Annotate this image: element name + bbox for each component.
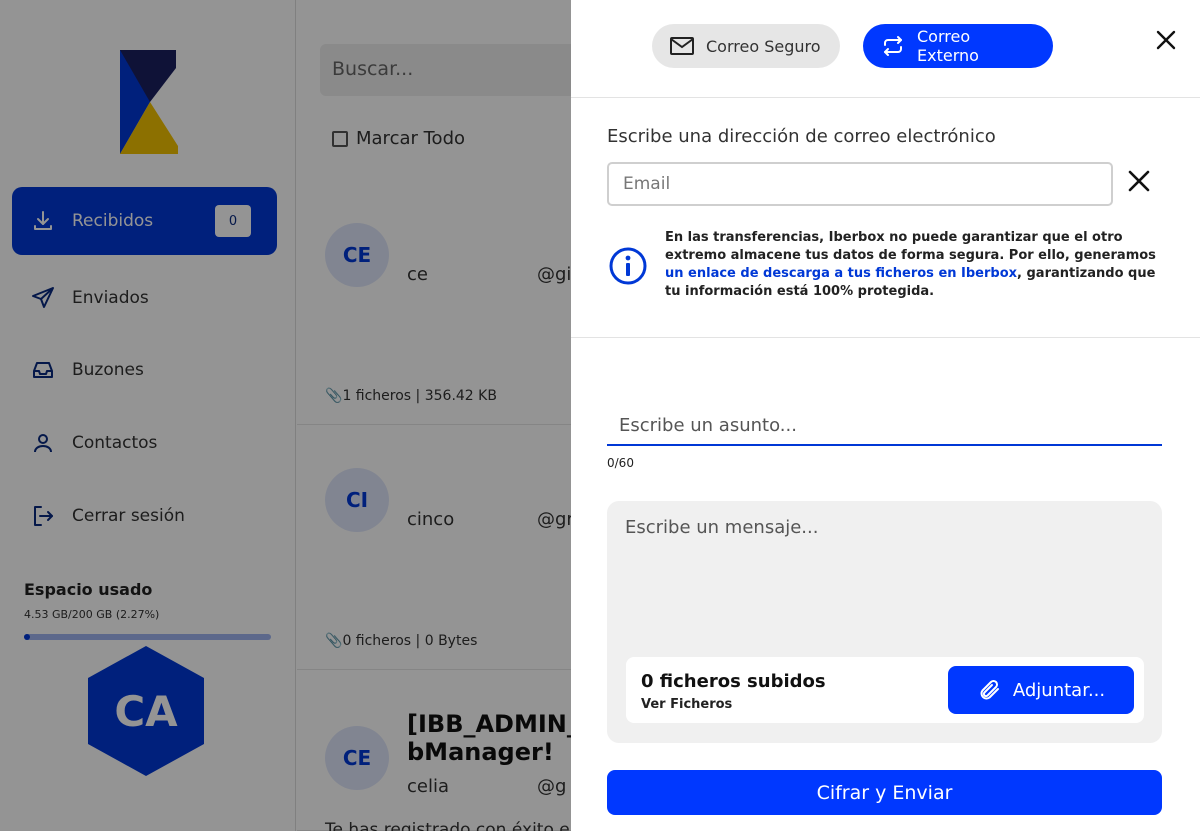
attach-label: Adjuntar...: [1012, 679, 1106, 701]
paperclip-icon: [977, 678, 1001, 702]
notice-text-start: En las transferencias, Iberbox no puede …: [665, 230, 1156, 263]
clear-email-icon[interactable]: [1127, 169, 1151, 193]
info-icon: [609, 247, 647, 285]
correo-seguro-label: Correo Seguro: [706, 36, 821, 56]
subject-char-counter: 0/60: [607, 456, 634, 470]
attachments-card: 0 ficheros subidos Ver Ficheros Adjuntar…: [626, 657, 1144, 723]
attach-button[interactable]: Adjuntar...: [948, 666, 1134, 714]
divider: [571, 97, 1200, 98]
divider: [571, 337, 1200, 338]
mail-icon: [670, 36, 694, 56]
correo-externo-label: Correo Externo: [917, 27, 979, 65]
compose-panel: Correo Seguro Correo Externo Escribe una…: [571, 0, 1200, 831]
correo-externo-toggle[interactable]: Correo Externo: [863, 24, 1053, 68]
subject-input[interactable]: [607, 396, 1162, 446]
swap-arrows-icon: [881, 34, 905, 58]
email-field[interactable]: [607, 162, 1113, 206]
encrypt-send-button[interactable]: Cifrar y Enviar: [607, 770, 1162, 815]
email-field-label: Escribe una dirección de correo electrón…: [607, 126, 996, 147]
message-textarea[interactable]: [607, 501, 1162, 651]
message-box: 0 ficheros subidos Ver Ficheros Adjuntar…: [607, 501, 1162, 743]
files-uploaded-count: 0 ficheros subidos: [641, 671, 826, 692]
correo-seguro-toggle[interactable]: Correo Seguro: [652, 24, 840, 68]
external-mail-notice: En las transferencias, Iberbox no puede …: [665, 229, 1165, 301]
view-files-link[interactable]: Ver Ficheros: [641, 697, 732, 712]
download-link[interactable]: un enlace de descarga a tus ficheros en …: [665, 266, 1017, 281]
close-icon[interactable]: [1154, 28, 1178, 52]
